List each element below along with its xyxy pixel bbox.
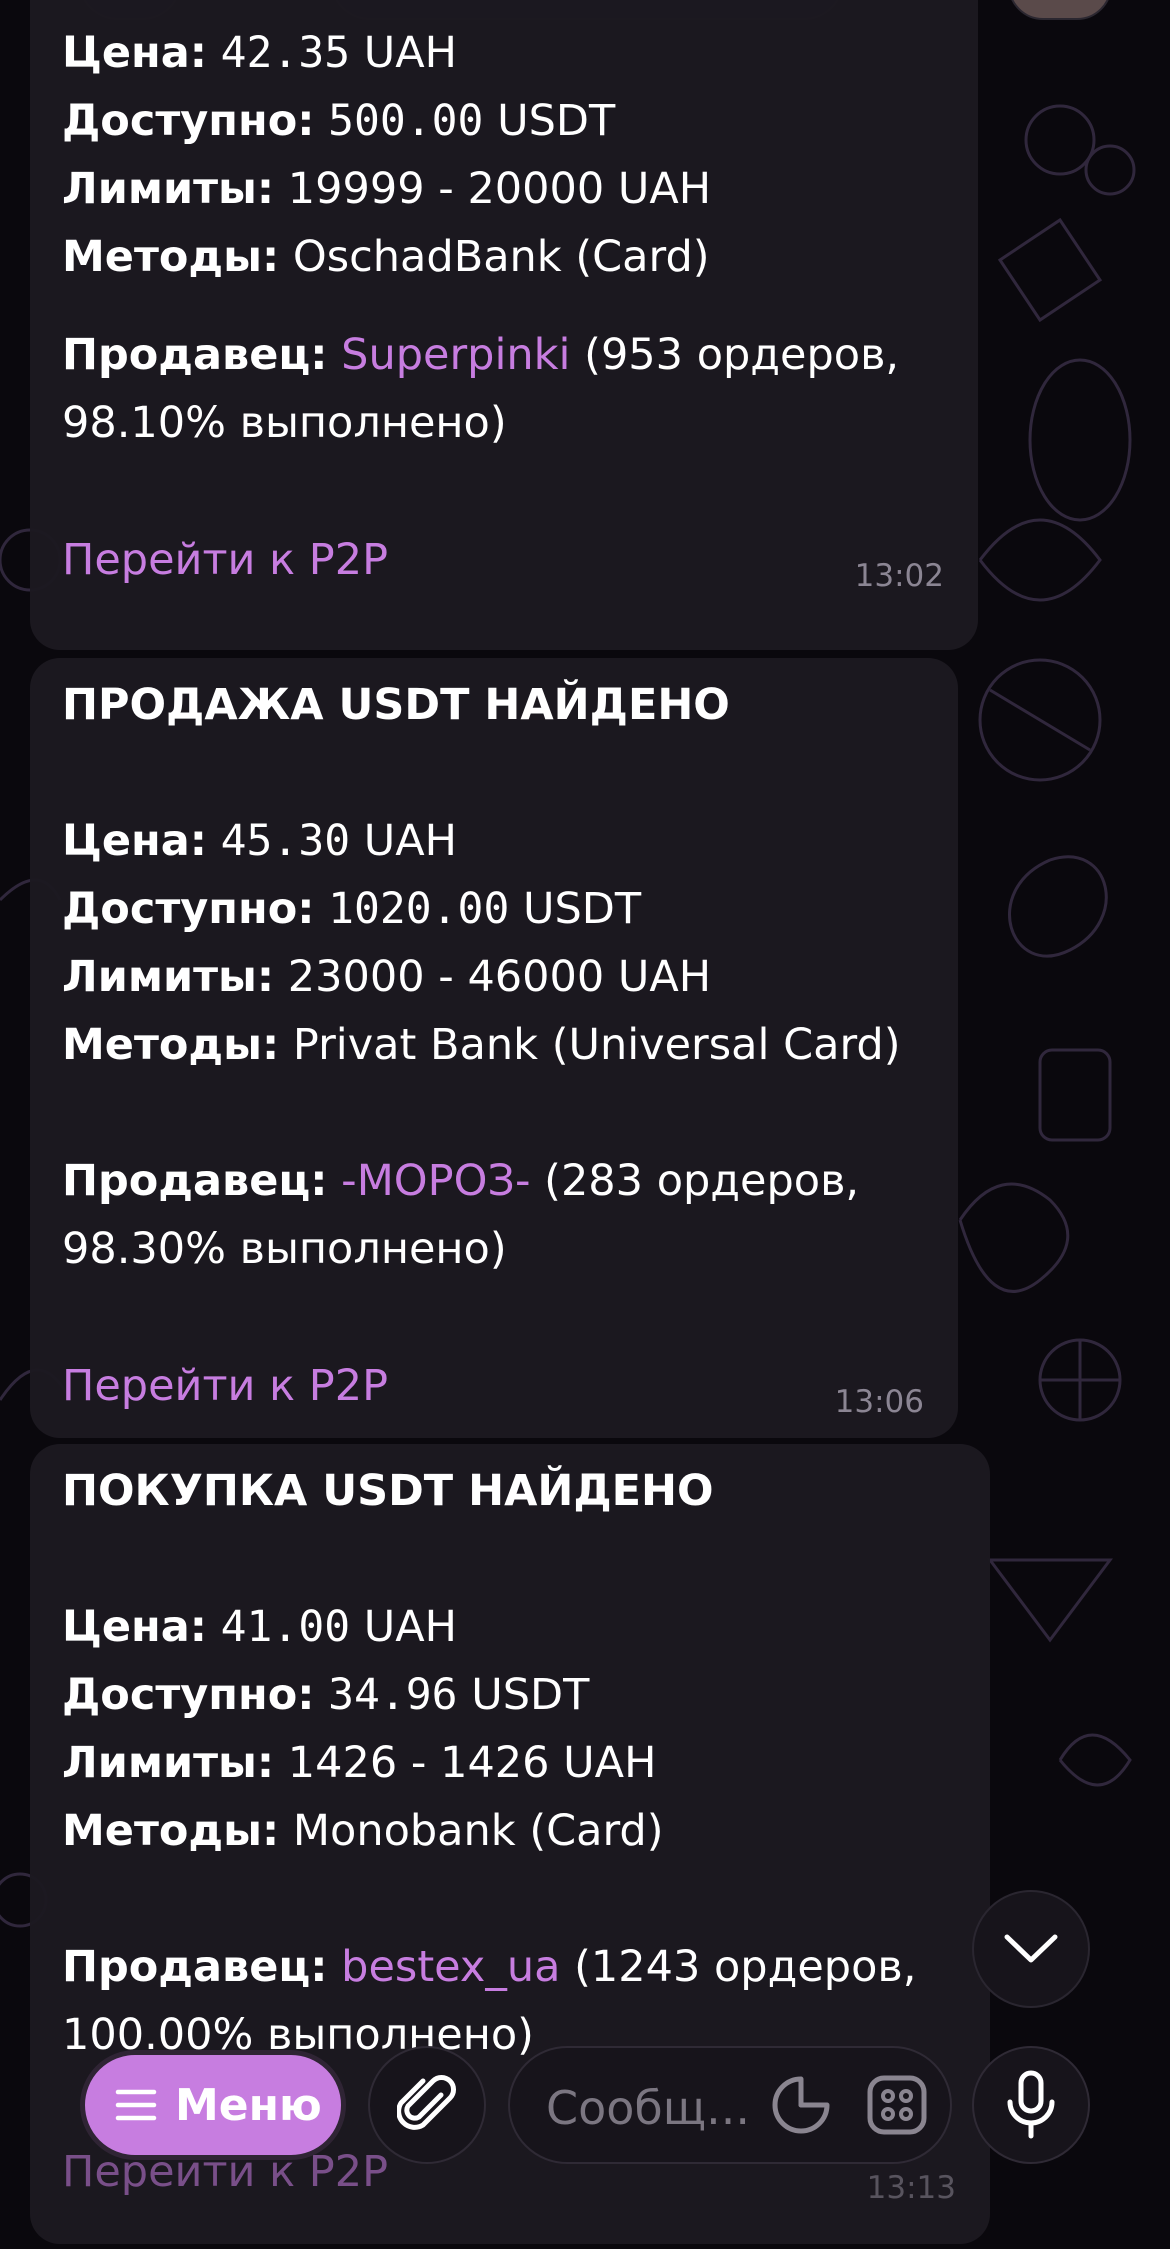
paperclip-icon bbox=[397, 2075, 456, 2130]
seller-link[interactable]: Superpinki bbox=[341, 330, 570, 380]
seller-line: Продавец: -МОРОЗ- (283 ордеров, bbox=[62, 1156, 860, 1206]
scroll-down-button[interactable] bbox=[972, 1890, 1090, 2008]
seller-line: Продавец: Superpinki (953 ордеров, bbox=[62, 330, 900, 380]
microphone-icon bbox=[1007, 2070, 1055, 2139]
message-input[interactable]: Сообщ... bbox=[508, 2046, 952, 2164]
message-time: 13:13 bbox=[866, 2170, 956, 2206]
p2p-link[interactable]: Перейти к P2P bbox=[62, 1361, 388, 1411]
limits-line: Лимиты: 23000 - 46000 UAH bbox=[62, 952, 712, 1002]
message-time: 13:06 bbox=[834, 1384, 924, 1420]
seller-line: Продавец: bestex_ua (1243 ордеров, bbox=[62, 1942, 917, 1992]
limits-line: Лимиты: 19999 - 20000 UAH bbox=[62, 164, 712, 214]
menu-icon bbox=[115, 2089, 157, 2121]
price-line: Цена: 45.30 UAH bbox=[62, 816, 458, 866]
seller-stats-line: 98.30% выполнено) bbox=[62, 1224, 507, 1274]
price-line: Цена: 41.00 UAH bbox=[62, 1602, 458, 1652]
price-line: Цена: 42.35 UAH bbox=[62, 28, 458, 78]
message-time: 13:02 bbox=[854, 558, 944, 594]
seller-link[interactable]: bestex_ua bbox=[341, 1942, 560, 1992]
seller-stats-line: 98.10% выполнено) bbox=[62, 398, 507, 448]
menu-button[interactable]: Меню bbox=[80, 2050, 346, 2160]
keyboard-icon[interactable] bbox=[866, 2074, 928, 2136]
microphone-button[interactable] bbox=[972, 2046, 1090, 2164]
available-line: Доступно: 500.00 USDT bbox=[62, 96, 616, 146]
message-bubble: Цена: 42.35 UAH Доступно: 500.00 USDT Ли… bbox=[30, 0, 978, 650]
sticker-icon[interactable] bbox=[770, 2074, 832, 2136]
attach-button[interactable] bbox=[368, 2046, 486, 2164]
p2p-link[interactable]: Перейти к P2P bbox=[62, 535, 388, 585]
message-title: ПОКУПКА USDT НАЙДЕНО bbox=[62, 1466, 714, 1516]
seller-link[interactable]: -МОРОЗ- bbox=[341, 1156, 530, 1206]
message-title: ПРОДАЖА USDT НАЙДЕНО bbox=[62, 680, 730, 730]
available-line: Доступно: 1020.00 USDT bbox=[62, 884, 642, 934]
methods-line: Методы: Privat Bank (Universal Card) bbox=[62, 1020, 901, 1070]
chevron-down-icon bbox=[1004, 1934, 1058, 1963]
methods-line: Методы: OschadBank (Card) bbox=[62, 232, 710, 282]
available-line: Доступно: 34.96 USDT bbox=[62, 1670, 590, 1720]
menu-label: Меню bbox=[175, 2079, 322, 2131]
methods-line: Методы: Monobank (Card) bbox=[62, 1806, 664, 1856]
message-placeholder: Сообщ... bbox=[546, 2081, 750, 2135]
limits-line: Лимиты: 1426 - 1426 UAH bbox=[62, 1738, 657, 1788]
message-bubble: ПРОДАЖА USDT НАЙДЕНО Цена: 45.30 UAH Дос… bbox=[30, 658, 958, 1438]
